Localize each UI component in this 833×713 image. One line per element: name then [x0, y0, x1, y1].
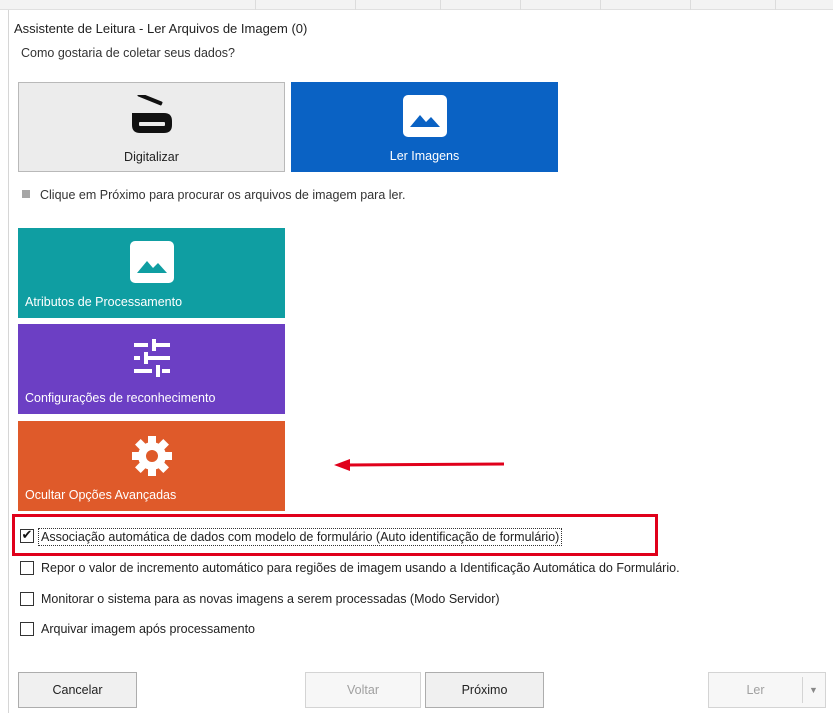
checkbox-label: Repor o valor de incremento automático p…: [41, 561, 680, 575]
chevron-down-icon[interactable]: ▼: [809, 673, 818, 707]
checkmark-icon: ✔: [21, 527, 33, 542]
image-icon: [402, 94, 448, 141]
read-button-label: Ler: [746, 683, 765, 697]
strip-divider: [600, 0, 601, 10]
sliders-icon: [130, 336, 174, 383]
image-icon: [129, 240, 175, 287]
checkbox[interactable]: [20, 622, 34, 636]
collection-question: Como gostaria de coletar seus dados?: [21, 46, 236, 60]
checkbox-label: Arquivar imagem após processamento: [41, 622, 255, 636]
hint-label: Clique em Próximo para procurar os arqui…: [40, 188, 406, 202]
hide-advanced-options-label: Ocultar Opções Avançadas: [25, 488, 177, 502]
back-button[interactable]: Voltar: [305, 672, 421, 708]
processing-attributes-label: Atributos de Processamento: [25, 295, 183, 309]
checkbox[interactable]: [20, 592, 34, 606]
read-images-mode-label: Ler Imagens: [389, 149, 460, 163]
read-images-mode-tile[interactable]: Ler Imagens: [291, 82, 558, 172]
split-divider: [802, 677, 803, 703]
scan-mode-label: Digitalizar: [124, 150, 179, 164]
window-title: Assistente de Leitura - Ler Arquivos de …: [14, 21, 308, 36]
scanner-icon: [129, 92, 175, 140]
recognition-settings-label: Configurações de reconhecimento: [25, 391, 216, 405]
next-button[interactable]: Próximo: [425, 672, 544, 708]
window-top-strip: [0, 0, 833, 10]
gear-icon: [129, 433, 175, 482]
hint-bullet: [22, 190, 30, 198]
checkbox[interactable]: [20, 561, 34, 575]
strip-divider: [255, 0, 256, 10]
window-border: [8, 10, 9, 713]
checkbox-label: Monitorar o sistema para as novas imagen…: [41, 592, 500, 606]
cancel-button[interactable]: Cancelar: [18, 672, 137, 708]
strip-divider: [355, 0, 356, 10]
scan-mode-tile[interactable]: Digitalizar: [18, 82, 285, 172]
checkbox[interactable]: ✔: [20, 527, 34, 543]
strip-divider: [440, 0, 441, 10]
hide-advanced-options-tile[interactable]: Ocultar Opções Avançadas: [18, 421, 285, 511]
strip-divider: [520, 0, 521, 10]
hint-text: Clique em Próximo para procurar os arqui…: [22, 188, 405, 202]
annotation-arrow-icon: [334, 459, 505, 471]
processing-attributes-tile[interactable]: Atributos de Processamento: [18, 228, 285, 318]
strip-divider: [775, 0, 776, 10]
strip-divider: [690, 0, 691, 10]
read-split-button[interactable]: Ler ▼: [708, 672, 826, 708]
recognition-settings-tile[interactable]: Configurações de reconhecimento: [18, 324, 285, 414]
checkbox-label: Associação automática de dados com model…: [38, 528, 563, 546]
